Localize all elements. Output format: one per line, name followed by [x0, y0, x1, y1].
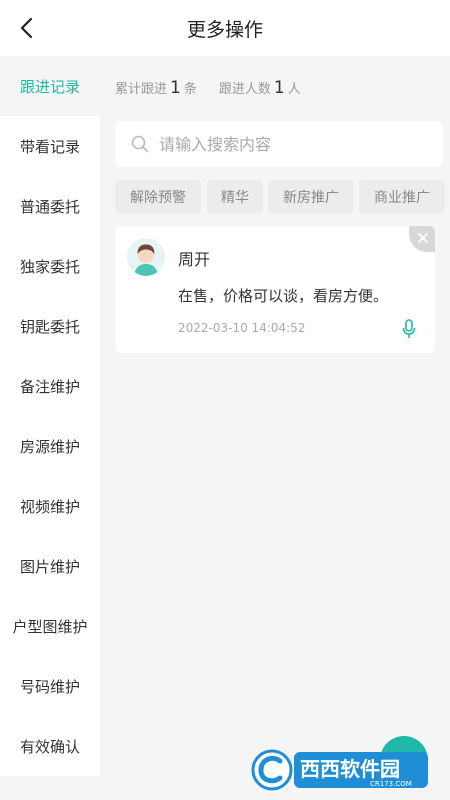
- total-follow-ups-label: 累计跟进: [115, 82, 168, 97]
- filter-chip-new-home-promo[interactable]: 新房推广: [268, 180, 354, 213]
- filter-chip-commercial-promo[interactable]: 商业推广: [359, 180, 445, 213]
- search-input[interactable]: [159, 134, 419, 154]
- follow-up-people-value: 1: [273, 78, 285, 98]
- sidebar: 跟进记录 带看记录 普通委托 独家委托 钥匙委托 备注维护 房源维护 视频维护 …: [0, 56, 100, 800]
- sidebar-item-follow-up-records[interactable]: 跟进记录: [0, 56, 100, 116]
- record-content: 在售，价格可以谈，看房方便。: [178, 287, 389, 305]
- watermark-logo: 西西软件园 CR173.COM: [250, 748, 430, 792]
- voice-playback-button[interactable]: [399, 318, 419, 340]
- follow-up-stats: 累计跟进 1 条 跟进人数 1 人: [115, 78, 301, 102]
- top-bar: 更多操作: [0, 0, 450, 56]
- watermark-subtext: CR173.COM: [370, 780, 412, 788]
- search-box: [115, 121, 443, 167]
- watermark-text: 西西软件园: [300, 757, 400, 781]
- filter-chip-featured[interactable]: 精华: [207, 180, 263, 213]
- search-icon: [131, 135, 149, 153]
- page-title: 更多操作: [186, 19, 263, 41]
- sidebar-item-notes-maintenance[interactable]: 备注维护: [0, 356, 100, 416]
- follow-up-record-card: 周开 在售，价格可以谈，看房方便。 2022-03-10 14:04:52: [115, 226, 435, 353]
- close-icon: [418, 233, 428, 243]
- sidebar-item-exclusive-commission[interactable]: 独家委托: [0, 236, 100, 296]
- total-follow-ups-unit: 条: [183, 82, 197, 97]
- follow-up-people-unit: 人: [287, 82, 301, 97]
- follow-up-people-label: 跟进人数: [218, 82, 271, 97]
- record-timestamp: 2022-03-10 14:04:52: [178, 321, 306, 335]
- delete-record-button[interactable]: [409, 226, 435, 252]
- sidebar-item-image-maintenance[interactable]: 图片维护: [0, 536, 100, 596]
- sidebar-item-viewing-records[interactable]: 带看记录: [0, 116, 100, 176]
- main-panel: 累计跟进 1 条 跟进人数 1 人 解除预警 精华 新房推广 商业推广: [100, 56, 450, 800]
- sidebar-item-number-maintenance[interactable]: 号码维护: [0, 656, 100, 716]
- sidebar-item-normal-commission[interactable]: 普通委托: [0, 176, 100, 236]
- sidebar-item-floorplan-maintenance[interactable]: 户型图维护: [0, 596, 100, 656]
- avatar: [127, 238, 165, 276]
- sidebar-item-listing-maintenance[interactable]: 房源维护: [0, 416, 100, 476]
- total-follow-ups-value: 1: [170, 78, 181, 98]
- sidebar-item-video-maintenance[interactable]: 视频维护: [0, 476, 100, 536]
- microphone-icon: [402, 319, 416, 338]
- sidebar-item-valid-confirm[interactable]: 有效确认: [0, 716, 100, 776]
- follower-name: 周开: [178, 250, 211, 269]
- user-avatar-icon: [127, 238, 165, 276]
- filter-chip-cancel-warning[interactable]: 解除预警: [115, 180, 201, 213]
- sidebar-item-key-commission[interactable]: 钥匙委托: [0, 296, 100, 356]
